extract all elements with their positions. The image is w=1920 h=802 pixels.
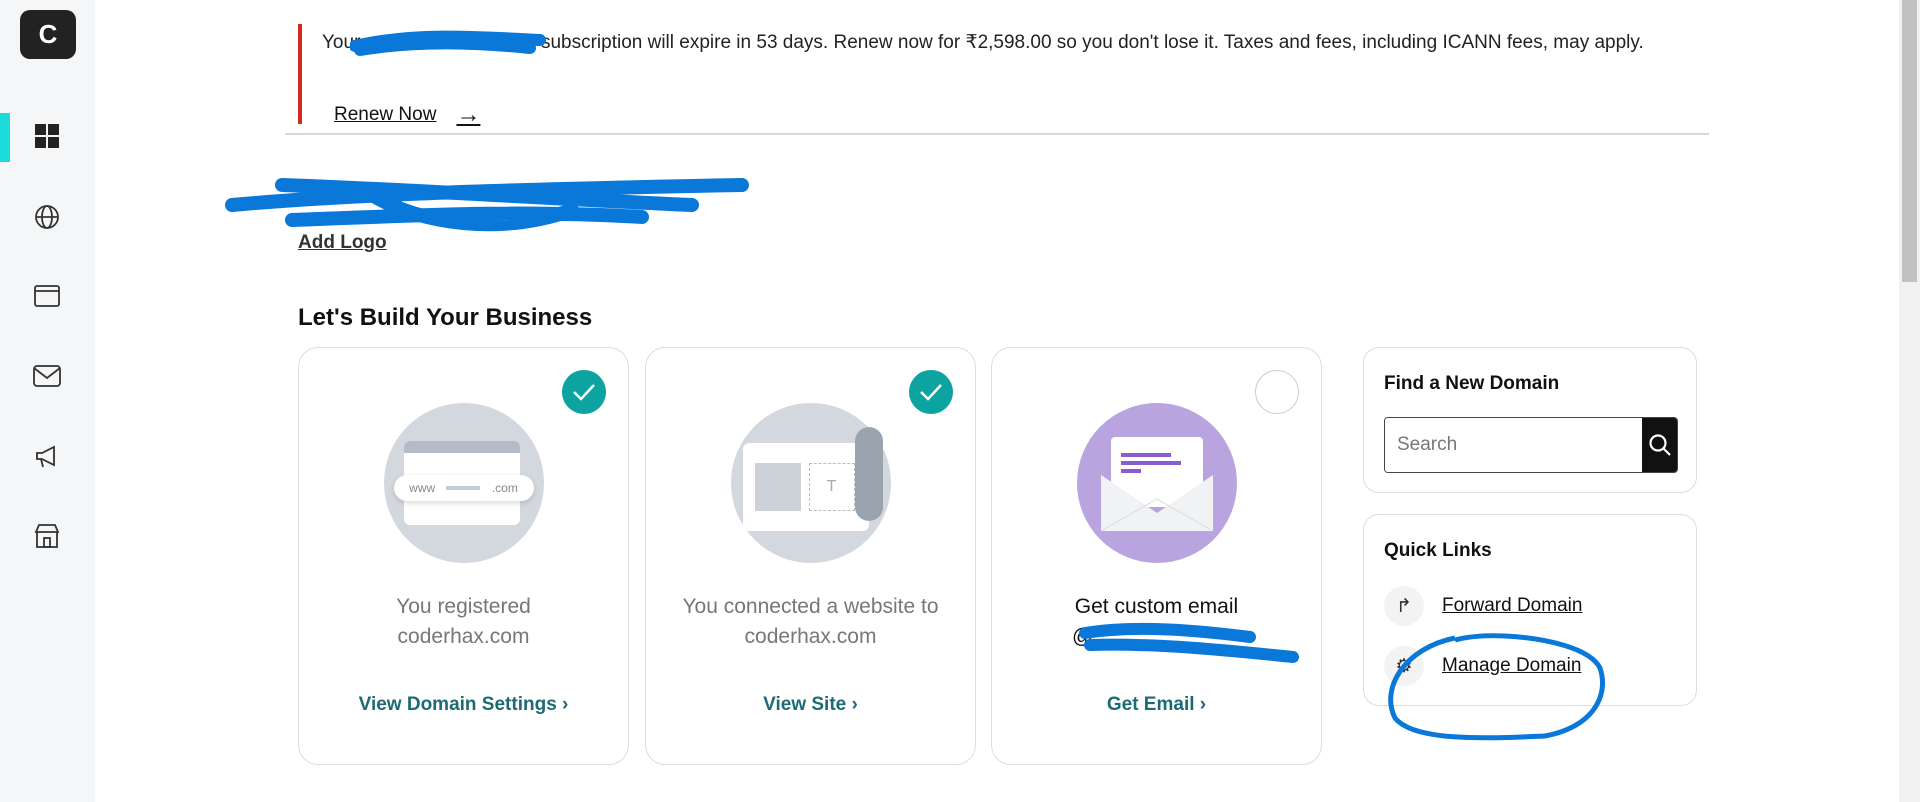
- card-text: You connected a website to coderhax.com: [682, 595, 939, 648]
- card-text: Get custom email @: [1072, 595, 1239, 648]
- email-card: Get custom email @ Get Email ›: [991, 347, 1322, 765]
- domain-card: www .com You registered coderhax.com View …: [298, 347, 629, 765]
- forward-domain-link[interactable]: ↱ Forward Domain: [1384, 586, 1582, 626]
- scrollbar[interactable]: [1899, 0, 1920, 802]
- divider: [285, 133, 1709, 135]
- megaphone-icon[interactable]: [32, 442, 62, 472]
- browser-window-icon[interactable]: [32, 281, 62, 311]
- globe-icon[interactable]: [32, 202, 62, 232]
- account-logo[interactable]: C: [20, 10, 76, 59]
- arrow-right-icon: →: [456, 101, 481, 128]
- renew-now-link[interactable]: Renew Now →: [334, 101, 480, 129]
- website-card: T You connected a website to coderhax.com…: [645, 347, 976, 765]
- card-text: You registered coderhax.com: [396, 595, 531, 648]
- forward-arrow-icon: ↱: [1384, 586, 1424, 626]
- grid-icon[interactable]: [32, 121, 62, 151]
- check-icon: [909, 370, 953, 414]
- incomplete-circle-icon: [1255, 370, 1299, 414]
- check-icon: [562, 370, 606, 414]
- mail-icon[interactable]: [32, 361, 62, 391]
- search-icon: [1648, 434, 1671, 456]
- manage-domain-link[interactable]: ⚙ Manage Domain: [1384, 646, 1581, 686]
- gear-icon: ⚙: [1384, 646, 1424, 686]
- find-domain-card: Find a New Domain: [1363, 347, 1697, 493]
- quick-links-title: Quick Links: [1384, 540, 1492, 561]
- view-domain-settings-link[interactable]: View Domain Settings ›: [299, 694, 628, 716]
- renewal-banner: Your subscription will expire in 53 days…: [298, 24, 1698, 128]
- section-title: Let's Build Your Business: [298, 304, 593, 331]
- email-illustration: [1076, 403, 1237, 563]
- domain-search: [1384, 417, 1678, 473]
- website-illustration: T: [730, 403, 891, 563]
- banner-message: Your subscription will expire in 53 days…: [322, 32, 1644, 53]
- sidebar: C: [0, 0, 95, 802]
- redaction-scribble: [225, 178, 749, 232]
- domain-illustration: www .com: [383, 403, 544, 563]
- search-button[interactable]: [1642, 418, 1677, 472]
- domain-search-input[interactable]: [1385, 418, 1642, 472]
- find-domain-title: Find a New Domain: [1384, 373, 1560, 394]
- add-logo-link[interactable]: Add Logo: [298, 232, 387, 254]
- view-site-link[interactable]: View Site ›: [646, 694, 975, 716]
- get-email-link[interactable]: Get Email ›: [992, 694, 1321, 716]
- quick-links-card: Quick Links ↱ Forward Domain ⚙ Manage Doma…: [1363, 514, 1697, 706]
- active-indicator: [0, 113, 10, 162]
- scrollbar-thumb[interactable]: [1902, 0, 1917, 282]
- storefront-icon[interactable]: [32, 521, 62, 551]
